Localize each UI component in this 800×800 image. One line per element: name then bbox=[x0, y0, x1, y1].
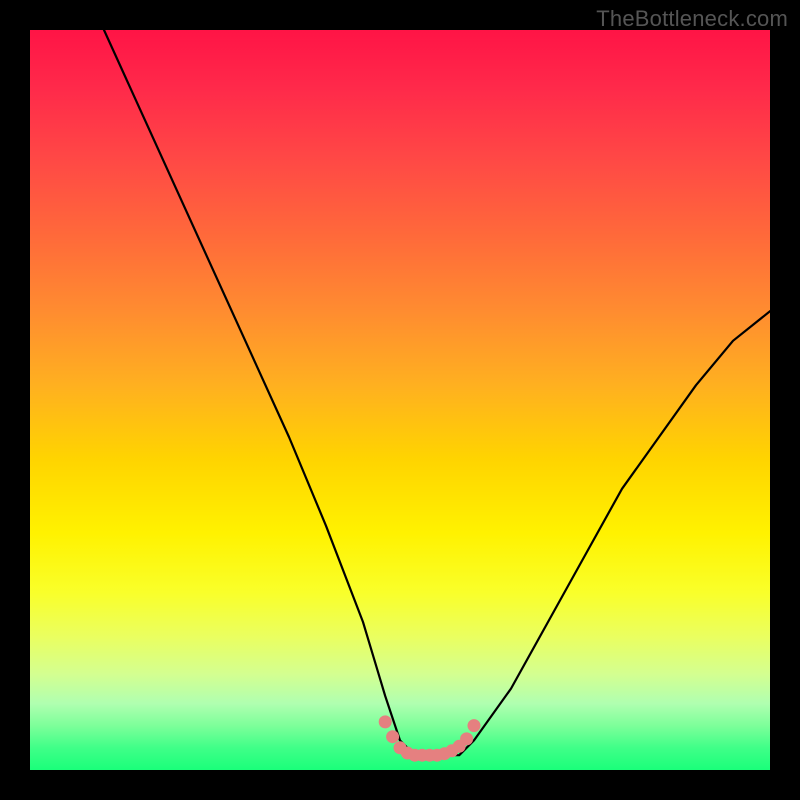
bottleneck-curve bbox=[104, 30, 770, 755]
chart-frame: TheBottleneck.com bbox=[0, 0, 800, 800]
marker-dot bbox=[386, 730, 399, 743]
marker-dot bbox=[460, 732, 473, 745]
plot-area bbox=[30, 30, 770, 770]
marker-dot bbox=[468, 719, 481, 732]
marker-dot bbox=[379, 715, 392, 728]
curve-overlay bbox=[30, 30, 770, 770]
watermark-text: TheBottleneck.com bbox=[596, 6, 788, 32]
